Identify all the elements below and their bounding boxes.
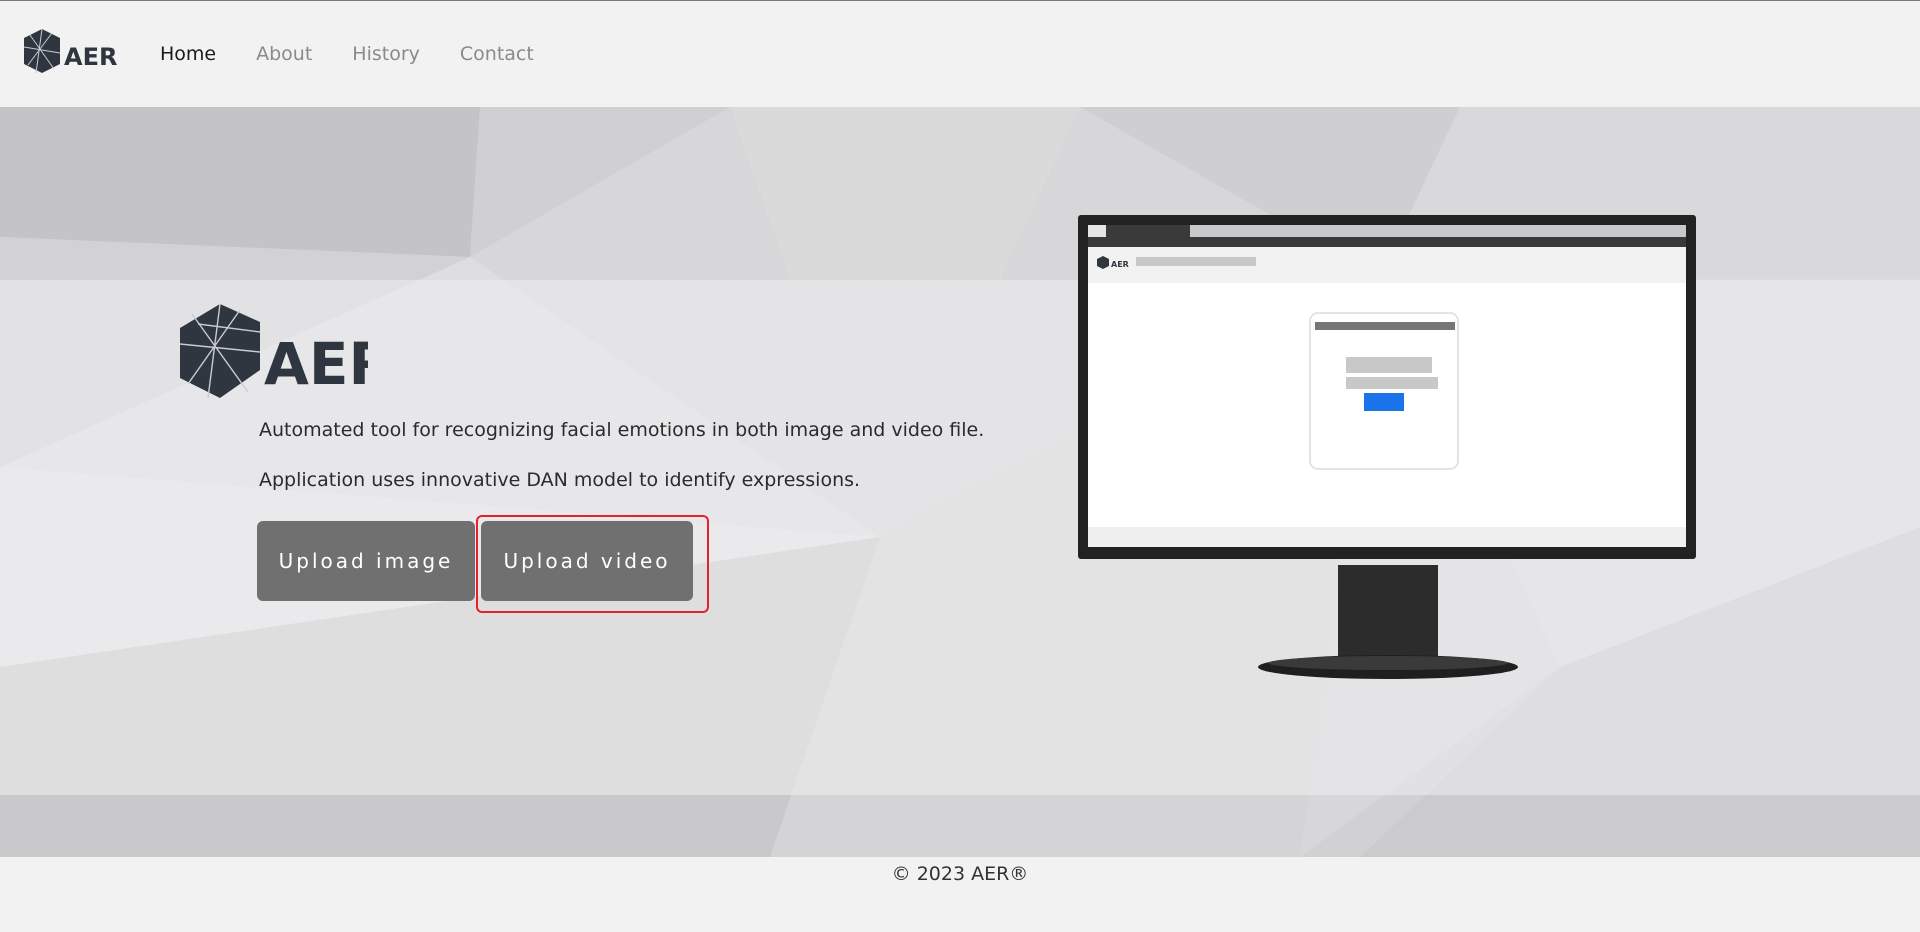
hero-logo-text: AER	[264, 330, 368, 398]
hexagon-logo-icon: AER	[179, 303, 393, 399]
nav-logo[interactable]: AER	[22, 27, 118, 83]
hero-logo: AER	[178, 302, 393, 406]
hexagon-logo-icon: AER	[23, 28, 117, 74]
hero-section: AER Automated tool for recognizing facia…	[0, 107, 1920, 857]
monitor-illustration: AER	[1078, 215, 1698, 699]
monitor-image: AER	[1078, 215, 1696, 679]
navbar: AER Home About History Contact	[0, 1, 1920, 107]
nav-link-home[interactable]: Home	[160, 43, 216, 65]
hero-description-line-2: Application uses innovative DAN model to…	[259, 469, 861, 491]
nav-link-history[interactable]: History	[352, 43, 420, 65]
upload-image-button[interactable]: Upload image	[257, 521, 475, 601]
nav-logo-text: AER	[64, 43, 117, 71]
mini-logo-text: AER	[1111, 260, 1129, 269]
nav-link-contact[interactable]: Contact	[460, 43, 534, 65]
hero-description-line-1: Automated tool for recognizing facial em…	[259, 419, 985, 441]
nav-links: Home About History Contact	[160, 43, 574, 65]
footer-copyright: © 2023 AER®	[891, 863, 1029, 885]
footer: © 2023 AER®	[0, 857, 1920, 932]
nav-link-about[interactable]: About	[256, 43, 312, 65]
upload-video-button[interactable]: Upload video	[481, 521, 693, 601]
